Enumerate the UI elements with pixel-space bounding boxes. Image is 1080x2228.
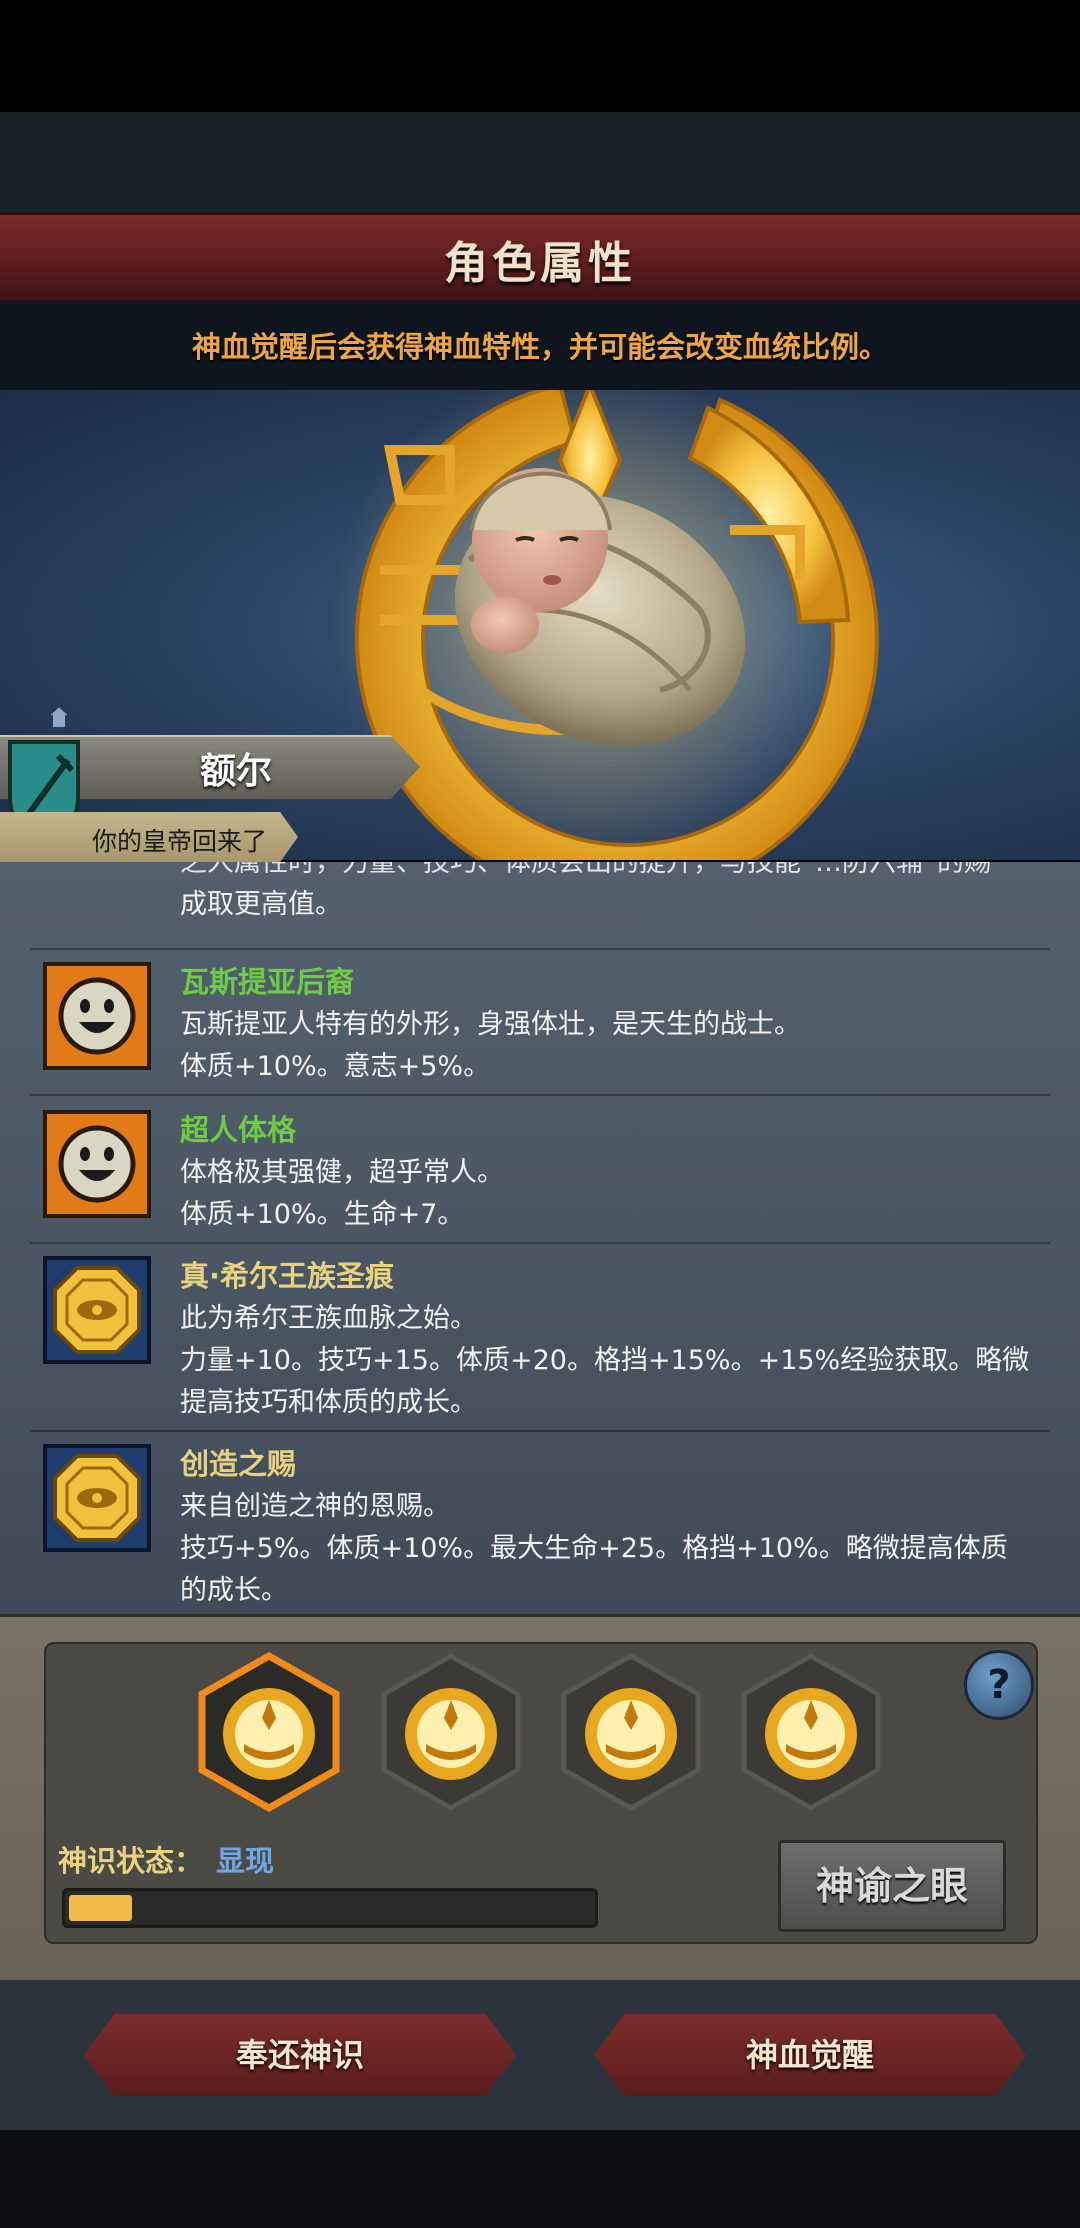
trait-desc: 力量+10。技巧+15。体质+20。格挡+15%。+15%经验获取。略微 bbox=[180, 1345, 1030, 1376]
character-name: 额尔 bbox=[200, 751, 273, 792]
trait-desc: 技巧+5%。体质+10%。最大生命+25。格挡+10%。略微提高体质 bbox=[180, 1533, 1008, 1564]
trait-desc: 来自创造之神的恩赐。 bbox=[180, 1491, 450, 1522]
trait-desc: 体质+10%。生命+7。 bbox=[180, 1199, 465, 1230]
divider bbox=[30, 948, 1050, 950]
status-area bbox=[0, 0, 1080, 112]
blood-awaken-button[interactable]: 神血觉醒 bbox=[594, 2014, 1026, 2096]
gold-coin-icon bbox=[43, 1256, 151, 1364]
smiley-icon bbox=[43, 962, 151, 1070]
trait-desc: 体质+10%。意志+5%。 bbox=[180, 1051, 491, 1082]
awakening-slot[interactable] bbox=[378, 1652, 524, 1812]
gold-coin-icon bbox=[43, 1444, 151, 1552]
awakening-progress-bar bbox=[62, 1888, 598, 1928]
trait-name: 瓦斯提亚后裔 bbox=[180, 965, 355, 999]
header-bar: 角色属性 bbox=[0, 212, 1080, 306]
top-spacer bbox=[0, 112, 1080, 212]
trait-cut-text: 成取更高值。 bbox=[180, 889, 342, 920]
divider bbox=[30, 1430, 1050, 1432]
progress-fill bbox=[69, 1895, 132, 1921]
page-title: 角色属性 bbox=[444, 238, 636, 289]
trait-desc: 瓦斯提亚人特有的外形，身强体壮，是天生的战士。 bbox=[180, 1009, 801, 1040]
oracle-eye-button[interactable]: 神谕之眼 bbox=[778, 1840, 1006, 1932]
divider bbox=[30, 1242, 1050, 1244]
nav-area bbox=[0, 2130, 1080, 2228]
awakening-slot-selected[interactable] bbox=[196, 1652, 342, 1812]
trait-cut-text: 之人属性时，力量、技巧、体质会出的提升，与技能“…防六辅”的赐 bbox=[180, 862, 991, 878]
screen: 角色属性 神血觉醒后会获得神血特性，并可能会改变血统比例。 额尔 你的皇帝回来了… bbox=[0, 0, 1080, 2228]
awakening-slot[interactable] bbox=[738, 1652, 884, 1812]
hint-text: 神血觉醒后会获得神血特性，并可能会改变血统比例。 bbox=[191, 330, 888, 364]
house-icon bbox=[46, 704, 72, 729]
trait-list[interactable]: 之人属性时，力量、技巧、体质会出的提升，与技能“…防六辅”的赐 成取更高值。 瓦… bbox=[0, 862, 1080, 1614]
trait-desc: 体格极其强健，超乎常人。 bbox=[180, 1157, 504, 1188]
character-title: 你的皇帝回来了 bbox=[92, 827, 268, 856]
status-label: 神识状态： bbox=[58, 1844, 204, 1878]
trait-desc: 的成长。 bbox=[180, 1575, 288, 1606]
trait-name: 创造之赐 bbox=[180, 1447, 297, 1481]
return-divinity-button[interactable]: 奉还神识 bbox=[84, 2014, 516, 2096]
awakening-slot[interactable] bbox=[558, 1652, 704, 1812]
trait-desc: 此为希尔王族血脉之始。 bbox=[180, 1303, 477, 1334]
trait-name: 超人体格 bbox=[180, 1113, 297, 1147]
trait-name: 真·希尔王族圣痕 bbox=[180, 1259, 395, 1293]
divider bbox=[30, 1094, 1050, 1096]
help-icon[interactable]: ? bbox=[964, 1650, 1034, 1720]
status-value: 显现 bbox=[216, 1844, 275, 1878]
smiley-icon bbox=[43, 1110, 151, 1218]
trait-desc: 提高技巧和体质的成长。 bbox=[180, 1387, 477, 1418]
hint-bar: 神血觉醒后会获得神血特性，并可能会改变血统比例。 bbox=[0, 300, 1080, 390]
